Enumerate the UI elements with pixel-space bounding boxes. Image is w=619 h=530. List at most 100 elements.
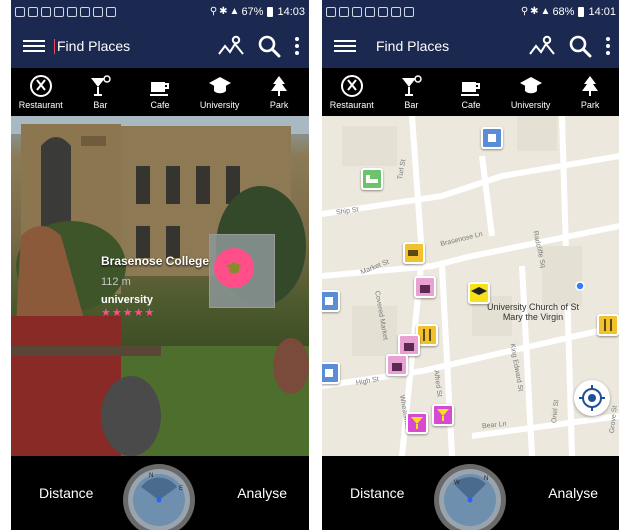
signal-icon: ▲ [229, 6, 240, 17]
clock: 14:01 [588, 5, 616, 18]
category-label: University [199, 100, 240, 110]
text-cursor [54, 38, 55, 54]
university-icon [208, 77, 231, 94]
bluetooth-icon: ✱ [530, 6, 539, 17]
place-name: Brasenose College [101, 254, 210, 268]
university-icon [519, 77, 542, 94]
category-label: Park [269, 100, 289, 110]
notification-icon [352, 6, 362, 17]
location-icon: ⚲ [520, 6, 529, 17]
battery-percent: 67% [241, 5, 264, 18]
battery-icon [578, 6, 585, 17]
map-pin-cafe[interactable] [403, 242, 425, 264]
search-icon[interactable] [568, 34, 592, 58]
analyse-button[interactable]: Analyse [548, 485, 598, 501]
bar-icon [437, 409, 449, 421]
search-field-text: Find Places [57, 37, 131, 54]
category-cafe[interactable]: Cafe [131, 74, 189, 110]
building-icon [325, 297, 333, 305]
category-cafe[interactable]: Cafe [442, 74, 500, 110]
camera-view[interactable]: Brasenose College 112 m university ★★★★★ [11, 116, 309, 456]
park-icon [271, 76, 288, 96]
category-park[interactable]: Park [250, 74, 308, 110]
bar-icon [411, 417, 423, 429]
map-pin-university-selected[interactable] [468, 282, 490, 304]
map-view[interactable]: Turl St Ship St Brasenose Ln Radcliffe S… [322, 116, 619, 456]
my-location-button[interactable] [574, 380, 610, 416]
map-icon[interactable] [528, 34, 556, 58]
notification-icon [28, 6, 38, 17]
map-pin-bar[interactable] [432, 404, 454, 426]
distance-button[interactable]: Distance [350, 485, 404, 501]
category-bar-drinks[interactable]: Bar [71, 74, 129, 110]
notification-icon [378, 6, 388, 17]
map-pin-restaurant[interactable] [597, 314, 619, 336]
notification-icon [106, 6, 116, 17]
map-pin-building[interactable] [322, 290, 340, 312]
category-label: Restaurant [329, 100, 374, 110]
app-bar: Find Places [11, 23, 309, 68]
overflow-menu-icon[interactable] [606, 36, 610, 55]
cafe-icon [408, 250, 418, 256]
compass-icon[interactable]: W N [432, 462, 508, 530]
menu-icon[interactable] [334, 39, 356, 52]
notification-icons [326, 6, 414, 17]
signal-icon: ▲ [540, 6, 551, 17]
analyse-button[interactable]: Analyse [237, 485, 287, 501]
map-pin-hotel[interactable] [361, 168, 383, 190]
category-label: Cafe [150, 100, 170, 110]
notification-icon [41, 6, 51, 17]
category-label: Bar [93, 100, 108, 110]
notification-icon [80, 6, 90, 17]
map-pin-university[interactable] [481, 127, 503, 149]
notification-icon [404, 6, 414, 17]
search-icon[interactable] [257, 34, 281, 58]
category-restaurant[interactable]: Restaurant [323, 74, 381, 110]
distance-button[interactable]: Distance [39, 485, 93, 501]
map-pin-bar[interactable] [406, 412, 428, 434]
search-field[interactable]: Find Places [376, 38, 449, 54]
category-bar: Restaurant Bar Cafe University Park [322, 68, 619, 116]
restaurant-icon [340, 75, 363, 97]
search-field[interactable]: Find Places [54, 37, 131, 54]
map-pin-building[interactable] [322, 362, 340, 384]
rating-stars: ★★★★★ [101, 307, 156, 319]
compass-icon[interactable]: N E [121, 462, 197, 530]
bottom-bar: Distance N E Analyse [11, 456, 309, 530]
restaurant-icon [423, 329, 431, 341]
phone-ar-view: ⚲ ✱ ▲ 67% 14:03 Find Places Restaurant B… [11, 0, 309, 530]
bar-icon [91, 75, 112, 96]
cafe-icon [460, 82, 480, 96]
battery-icon [267, 6, 274, 17]
ar-place-pin[interactable] [214, 248, 254, 288]
shopping-bag-icon [404, 343, 414, 351]
park-icon [582, 76, 599, 96]
overflow-menu-icon[interactable] [295, 36, 299, 55]
category-bar-drinks[interactable]: Bar [382, 74, 440, 110]
clock: 14:03 [277, 5, 305, 18]
place-type: university [101, 294, 153, 306]
map-icon[interactable] [217, 34, 245, 58]
category-university[interactable]: University [191, 74, 249, 110]
notification-icon [326, 6, 336, 17]
battery-percent: 68% [552, 5, 575, 18]
bluetooth-icon: ✱ [219, 6, 228, 17]
crosshair-icon [579, 385, 605, 411]
map-pin-shop[interactable] [414, 276, 436, 298]
university-icon [471, 287, 487, 295]
ar-place-card[interactable]: Brasenose College 112 m university ★★★★★ [101, 254, 209, 319]
map-pin-shop[interactable] [386, 354, 408, 376]
menu-icon[interactable] [23, 39, 45, 52]
category-label: Bar [404, 100, 419, 110]
notification-icon [67, 6, 77, 17]
category-park[interactable]: Park [561, 74, 619, 110]
building-icon [325, 369, 333, 377]
category-university[interactable]: University [502, 74, 560, 110]
notification-icon [391, 6, 401, 17]
category-restaurant[interactable]: Restaurant [12, 74, 70, 110]
map-pin-shop[interactable] [398, 334, 420, 356]
notification-icon [365, 6, 375, 17]
notification-icon [54, 6, 64, 17]
restaurant-icon [604, 319, 612, 331]
svg-text:W: W [454, 480, 460, 486]
